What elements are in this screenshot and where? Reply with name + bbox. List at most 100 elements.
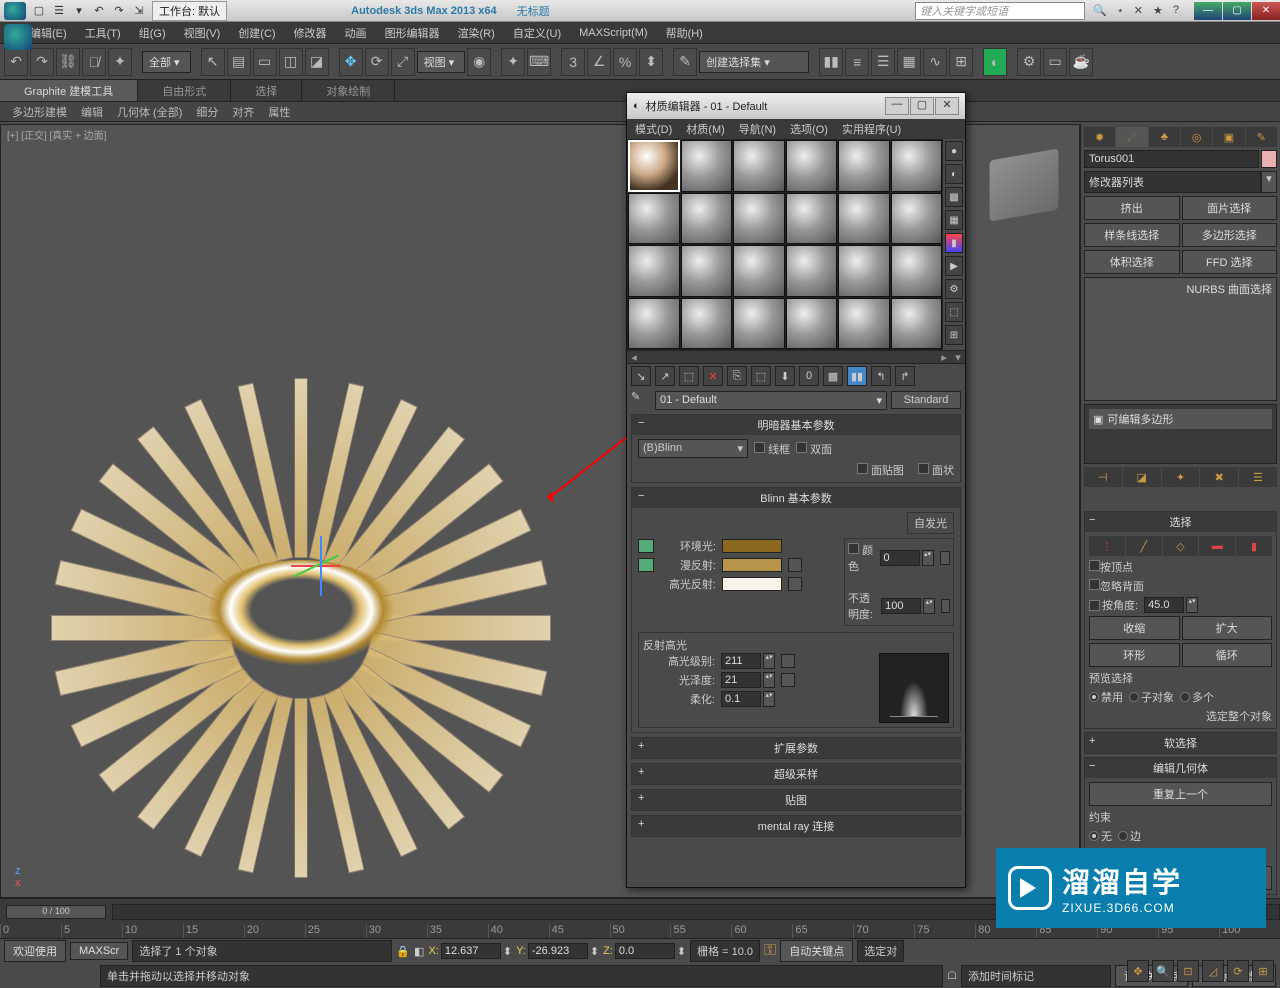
btn-ring[interactable]: 环形 bbox=[1089, 643, 1180, 667]
viewcube-icon[interactable] bbox=[990, 148, 1059, 221]
material-slot[interactable] bbox=[891, 193, 943, 245]
maximize-vp-icon[interactable]: ⊞ bbox=[1252, 960, 1274, 982]
menu-group[interactable]: 组(G) bbox=[139, 25, 166, 41]
zoom-icon[interactable]: 🔍 bbox=[1152, 960, 1174, 982]
bind-icon[interactable]: ✦ bbox=[108, 48, 132, 76]
maximize-button[interactable]: ▢ bbox=[1223, 2, 1251, 20]
ref-coord-dropdown[interactable]: 视图 ▾ bbox=[417, 51, 466, 73]
rollup-softsel-header[interactable]: +软选择 bbox=[1085, 733, 1276, 753]
mat-menu-options[interactable]: 选项(O) bbox=[790, 121, 828, 137]
specular-map-btn[interactable] bbox=[788, 577, 802, 591]
menu-views[interactable]: 视图(V) bbox=[184, 25, 221, 41]
maxscript-tab[interactable]: MAXScr bbox=[70, 942, 128, 960]
material-slot[interactable] bbox=[733, 193, 785, 245]
rollup-maps-header[interactable]: +贴图 bbox=[632, 790, 960, 810]
chk-selfillum-color[interactable]: 颜色 bbox=[848, 542, 874, 574]
material-slot[interactable] bbox=[838, 245, 890, 297]
tab-display-icon[interactable]: ▣ bbox=[1213, 127, 1244, 147]
rollup-mr-header[interactable]: +mental ray 连接 bbox=[632, 816, 960, 836]
stack-item-editable-poly[interactable]: ▣可编辑多边形 bbox=[1089, 409, 1272, 429]
rsub-props[interactable]: 属性 bbox=[262, 103, 296, 121]
pivot-icon[interactable]: ◉ bbox=[467, 48, 491, 76]
scale-icon[interactable]: ⤢ bbox=[391, 48, 415, 76]
subobj-vertex-icon[interactable]: ⋮ bbox=[1089, 536, 1125, 556]
rollup-editgeo-header[interactable]: −编辑几何体 bbox=[1085, 758, 1276, 778]
workspace-dropdown[interactable]: 工作台: 默认 bbox=[152, 1, 227, 21]
reset-map-icon[interactable]: ✕ bbox=[703, 366, 723, 386]
show-end-icon[interactable]: ▮▮ bbox=[847, 366, 867, 386]
rollup-ext-header[interactable]: +扩展参数 bbox=[632, 738, 960, 758]
autokey-button[interactable]: 自动关键点 bbox=[780, 940, 853, 962]
lock-ds-icon[interactable] bbox=[638, 558, 654, 572]
viewport-label[interactable]: [+] [正交] [真实 + 边面] bbox=[7, 127, 106, 142]
material-slot[interactable] bbox=[681, 193, 733, 245]
put-to-scene-icon[interactable]: ↗ bbox=[655, 366, 675, 386]
ribbon-tab-paint[interactable]: 对象绘制 bbox=[302, 80, 395, 101]
menu-animation[interactable]: 动画 bbox=[345, 25, 367, 41]
mat-menu-nav[interactable]: 导航(N) bbox=[739, 121, 776, 137]
material-slot[interactable] bbox=[733, 140, 785, 192]
tab-modify-icon[interactable]: ☄ bbox=[1116, 127, 1147, 147]
backlight-icon[interactable]: ◐ bbox=[945, 164, 963, 184]
spec-level-spinner[interactable]: 211▴▾ bbox=[721, 653, 775, 669]
angle-spinner[interactable]: 45.0▴▾ bbox=[1144, 597, 1198, 613]
menu-rendering[interactable]: 渲染(R) bbox=[458, 25, 495, 41]
opacity-spinner[interactable]: 100▴▾ bbox=[881, 598, 935, 614]
undo-icon[interactable]: ↶ bbox=[4, 48, 28, 76]
show-in-vp-icon[interactable]: ▩ bbox=[823, 366, 843, 386]
app-logo-icon[interactable] bbox=[4, 2, 26, 20]
pick-material-icon[interactable]: ✎ bbox=[631, 390, 651, 410]
btn-extrude[interactable]: 挤出 bbox=[1084, 196, 1180, 220]
lock-ad-icon[interactable] bbox=[638, 539, 654, 553]
material-slot[interactable] bbox=[628, 298, 680, 350]
scene-object[interactable] bbox=[201, 560, 401, 670]
material-slot[interactable] bbox=[786, 245, 838, 297]
btn-ffdsel[interactable]: FFD 选择 bbox=[1182, 250, 1278, 274]
coord-x[interactable]: X:12.637⬍ bbox=[428, 943, 512, 959]
gloss-spinner[interactable]: 21▴▾ bbox=[721, 672, 775, 688]
mat-menu-util[interactable]: 实用程序(U) bbox=[842, 121, 901, 137]
mat-map-nav-icon[interactable]: ⊞ bbox=[945, 325, 963, 345]
chk-by-angle[interactable]: 按角度: bbox=[1089, 597, 1138, 613]
coord-y[interactable]: Y:-26.923⬍ bbox=[516, 943, 599, 959]
rsub-edit[interactable]: 编辑 bbox=[75, 103, 109, 121]
material-slot[interactable] bbox=[733, 298, 785, 350]
tab-hierarchy-icon[interactable]: ♣ bbox=[1149, 127, 1180, 147]
ambient-swatch[interactable] bbox=[722, 539, 782, 553]
percent-snap-icon[interactable]: % bbox=[613, 48, 637, 76]
rad-c-edge[interactable]: 边 bbox=[1118, 828, 1141, 844]
signin-icon[interactable]: ⋆ bbox=[1117, 4, 1124, 17]
layer-icon[interactable]: ☰ bbox=[871, 48, 895, 76]
chk-wire[interactable]: 线框 bbox=[754, 441, 790, 457]
object-name-field[interactable]: Torus001 bbox=[1084, 150, 1259, 168]
material-name-field[interactable]: 01 - Default▾ bbox=[655, 391, 887, 410]
save-icon[interactable]: ▾ bbox=[70, 3, 88, 19]
material-slot[interactable] bbox=[891, 140, 943, 192]
keyboard-icon[interactable]: ⌨ bbox=[527, 48, 551, 76]
manipulate-icon[interactable]: ✦ bbox=[501, 48, 525, 76]
material-type-button[interactable]: Standard bbox=[891, 391, 961, 409]
mat-titlebar[interactable]: ◐ 材质编辑器 - 01 - Default — ▢ ✕ bbox=[627, 93, 965, 119]
time-slider[interactable]: 0 / 100 bbox=[6, 905, 106, 919]
edit-named-sel-icon[interactable]: ✎ bbox=[673, 48, 697, 76]
modifier-list-dropdown[interactable]: 修改器列表▾ bbox=[1084, 171, 1277, 193]
link-icon[interactable]: ⇲ bbox=[130, 3, 148, 19]
make-preview-icon[interactable]: ▶ bbox=[945, 256, 963, 276]
subobj-border-icon[interactable]: ◇ bbox=[1163, 536, 1199, 556]
material-slot[interactable] bbox=[838, 298, 890, 350]
menu-create[interactable]: 创建(C) bbox=[238, 25, 275, 41]
welcome-tab[interactable]: 欢迎使用 bbox=[4, 940, 66, 962]
selfillum-map-btn[interactable] bbox=[940, 551, 950, 565]
specular-swatch[interactable] bbox=[722, 577, 782, 591]
btn-volsel[interactable]: 体积选择 bbox=[1084, 250, 1180, 274]
object-color-swatch[interactable] bbox=[1261, 150, 1277, 168]
assign-to-sel-icon[interactable]: ⬚ bbox=[679, 366, 699, 386]
ribbon-tab-freeform[interactable]: 自由形式 bbox=[138, 80, 231, 101]
favorite-icon[interactable]: ★ bbox=[1153, 4, 1163, 17]
rollup-ss-header[interactable]: +超级采样 bbox=[632, 764, 960, 784]
go-sibling-icon[interactable]: ↱ bbox=[895, 366, 915, 386]
gloss-map-btn[interactable] bbox=[781, 673, 795, 687]
mat-min-button[interactable]: — bbox=[885, 97, 909, 115]
stack-remove-icon[interactable]: ✖ bbox=[1200, 467, 1238, 487]
diffuse-swatch[interactable] bbox=[722, 558, 782, 572]
